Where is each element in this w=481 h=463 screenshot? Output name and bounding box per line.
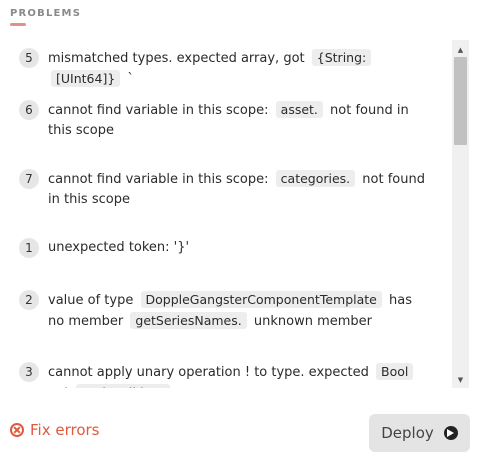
message-text: unexpected token: '}' bbox=[48, 240, 190, 255]
deploy-button[interactable]: Deploy bbox=[369, 414, 470, 452]
deploy-label: Deploy bbox=[381, 424, 434, 442]
problem-number-badge: 3 bbox=[19, 362, 39, 382]
problem-item[interactable]: 3 cannot apply unary operation ! to type.… bbox=[19, 362, 429, 388]
message-text: value of type bbox=[48, 293, 134, 308]
problem-message: mismatched types. expected array, got {S… bbox=[48, 48, 429, 90]
code-token: asset. bbox=[275, 101, 323, 118]
problem-item[interactable]: 6 cannot find variable in this scope: ass… bbox=[19, 100, 429, 141]
problem-message: value of type DoppleGangsterComponentTem… bbox=[48, 290, 429, 332]
code-token: <<invalid>> bbox=[76, 384, 170, 388]
problem-message: unexpected token: '}' bbox=[48, 238, 429, 258]
problem-item[interactable]: 2 value of type DoppleGangsterComponentTe… bbox=[19, 290, 429, 332]
problems-list-viewport[interactable]: 5 mismatched types. expected array, got {… bbox=[0, 40, 470, 388]
scroll-down-icon[interactable]: ▼ bbox=[452, 372, 469, 388]
problem-item[interactable]: 5 mismatched types. expected array, got {… bbox=[19, 48, 429, 90]
message-text: ` bbox=[127, 72, 134, 87]
problem-number-badge: 6 bbox=[19, 100, 39, 120]
vertical-scrollbar[interactable]: ▲ ▼ bbox=[452, 40, 469, 388]
arrow-right-circle-icon bbox=[443, 426, 458, 440]
panel-title: PROBLEMS bbox=[10, 8, 82, 19]
fix-errors-label: Fix errors bbox=[30, 421, 100, 439]
problem-item[interactable]: 7 cannot find variable in this scope: cat… bbox=[19, 169, 429, 210]
problems-header: PROBLEMS bbox=[10, 8, 81, 26]
scrollbar-thumb[interactable] bbox=[454, 57, 467, 145]
code-token: categories. bbox=[275, 170, 356, 187]
problem-number-badge: 1 bbox=[19, 238, 39, 258]
fix-errors-button[interactable]: Fix errors bbox=[10, 421, 99, 439]
title-underline bbox=[10, 23, 26, 26]
problem-message: cannot find variable in this scope: asse… bbox=[48, 100, 429, 141]
problem-number-badge: 7 bbox=[19, 169, 39, 189]
problem-number-badge: 5 bbox=[19, 48, 39, 68]
message-text: got bbox=[48, 386, 69, 388]
message-text: cannot find variable in this scope: bbox=[48, 172, 269, 187]
scroll-up-icon[interactable]: ▲ bbox=[452, 42, 469, 58]
problem-number-badge: 2 bbox=[19, 290, 39, 310]
problem-item[interactable]: 1 unexpected token: '}' bbox=[19, 238, 429, 258]
message-text: cannot find variable in this scope: bbox=[48, 103, 269, 118]
message-text: cannot apply unary operation ! to type. … bbox=[48, 365, 369, 380]
message-text: unknown member bbox=[253, 314, 372, 329]
message-text: mismatched types. expected array, got bbox=[48, 51, 305, 66]
close-circle-icon bbox=[10, 423, 24, 437]
code-token: {String: bbox=[311, 49, 372, 66]
problem-message: cannot apply unary operation ! to type. … bbox=[48, 362, 429, 388]
problem-message: cannot find variable in this scope: cate… bbox=[48, 169, 429, 210]
code-token: [UInt64]} bbox=[51, 70, 121, 87]
code-token: DoppleGangsterComponentTemplate bbox=[140, 291, 382, 308]
code-token: getSeriesNames. bbox=[130, 312, 247, 329]
code-token: Bool bbox=[376, 363, 414, 380]
